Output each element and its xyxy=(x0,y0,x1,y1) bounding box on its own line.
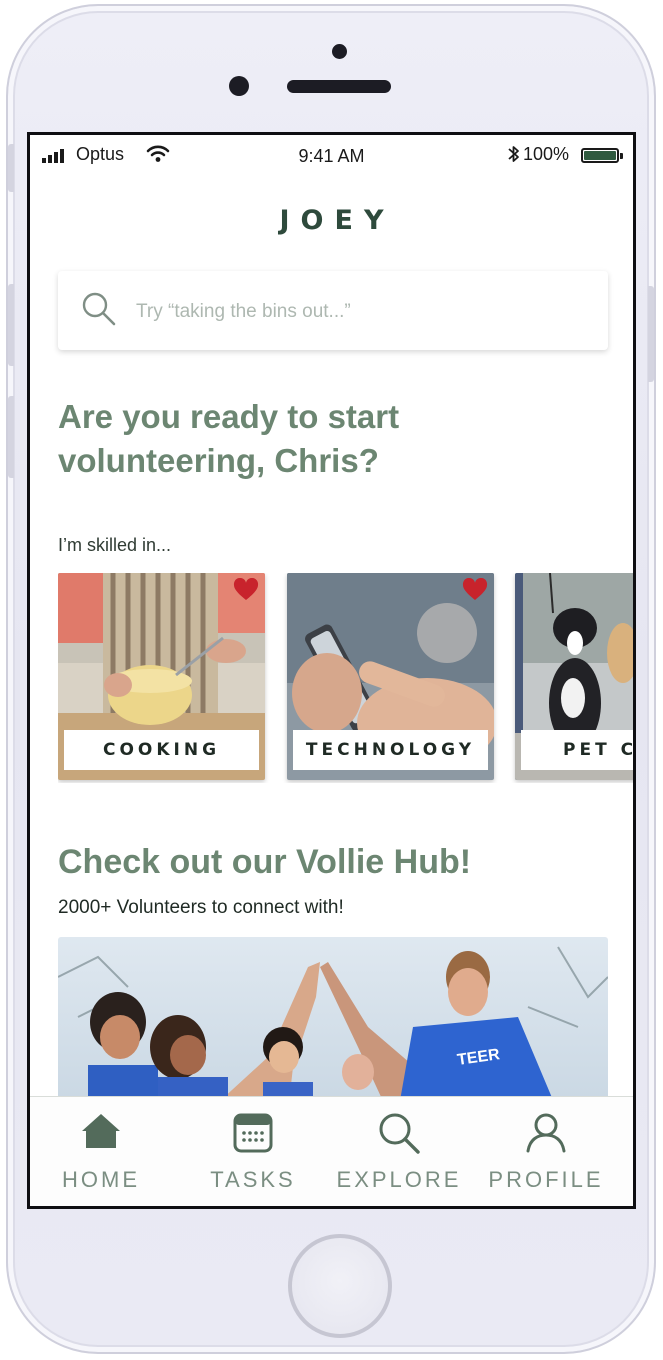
tab-label: TASKS xyxy=(210,1167,296,1192)
search-icon xyxy=(324,1111,474,1155)
skill-card-label: TECHNOLOGY xyxy=(293,730,488,770)
app-logo: JOEY xyxy=(279,205,395,236)
volunteers-high-five-photo: TEER xyxy=(58,937,608,1112)
tab-label: EXPLORE xyxy=(336,1167,462,1192)
power-button xyxy=(648,286,654,382)
tab-profile[interactable]: PROFILE xyxy=(471,1097,621,1206)
status-bar: Optus 9:41 AM 100% xyxy=(30,135,633,175)
greeting-line-1: Are you ready to start xyxy=(58,398,400,435)
favorite-heart-icon[interactable] xyxy=(233,577,259,607)
battery-icon xyxy=(581,148,619,163)
home-icon xyxy=(30,1111,176,1155)
favorite-heart-icon[interactable] xyxy=(462,577,488,607)
search-icon xyxy=(81,291,117,332)
greeting-line-2: volunteering, Chris? xyxy=(58,442,379,479)
battery-percentage: 100% xyxy=(523,144,570,164)
tab-tasks[interactable]: TASKS xyxy=(178,1097,328,1206)
calendar-icon xyxy=(178,1111,328,1155)
vollie-hub-banner[interactable]: TEER xyxy=(58,937,608,1112)
bluetooth-icon xyxy=(508,144,520,169)
tab-home[interactable]: HOME xyxy=(30,1097,176,1206)
skill-card-label: PET C xyxy=(521,730,633,770)
front-camera xyxy=(332,44,347,59)
skill-card-technology[interactable]: TECHNOLOGY xyxy=(287,573,494,780)
search-bar[interactable] xyxy=(58,271,608,350)
bottom-tab-bar: HOME TASKS EXPLORE PROFILE xyxy=(30,1096,633,1206)
volume-down-button xyxy=(8,396,14,478)
app-screen: Optus 9:41 AM 100% JOEY Try “taking the … xyxy=(27,132,636,1209)
greeting-heading: Are you ready to start volunteering, Chr… xyxy=(58,395,598,483)
vollie-hub-subtitle: 2000+ Volunteers to connect with! xyxy=(58,897,344,918)
person-icon xyxy=(471,1111,621,1155)
home-button[interactable] xyxy=(288,1234,392,1338)
proximity-sensor xyxy=(229,76,249,96)
tab-explore[interactable]: EXPLORE xyxy=(324,1097,474,1206)
search-input[interactable] xyxy=(134,293,578,331)
skill-card-label: COOKING xyxy=(64,730,259,770)
tab-label: PROFILE xyxy=(488,1167,604,1192)
battery-tip xyxy=(620,153,623,159)
skills-carousel[interactable]: COOKING TECHNOLOGY PET C xyxy=(58,573,633,783)
skill-card-pet-care[interactable]: PET C xyxy=(515,573,633,780)
vollie-hub-title: Check out our Vollie Hub! xyxy=(58,843,472,881)
volume-up-button xyxy=(8,284,14,366)
earpiece-speaker xyxy=(287,80,391,93)
mute-switch xyxy=(8,144,14,192)
tab-label: HOME xyxy=(62,1167,140,1192)
skill-card-cooking[interactable]: COOKING xyxy=(58,573,265,780)
skills-heading: I’m skilled in... xyxy=(58,535,172,555)
